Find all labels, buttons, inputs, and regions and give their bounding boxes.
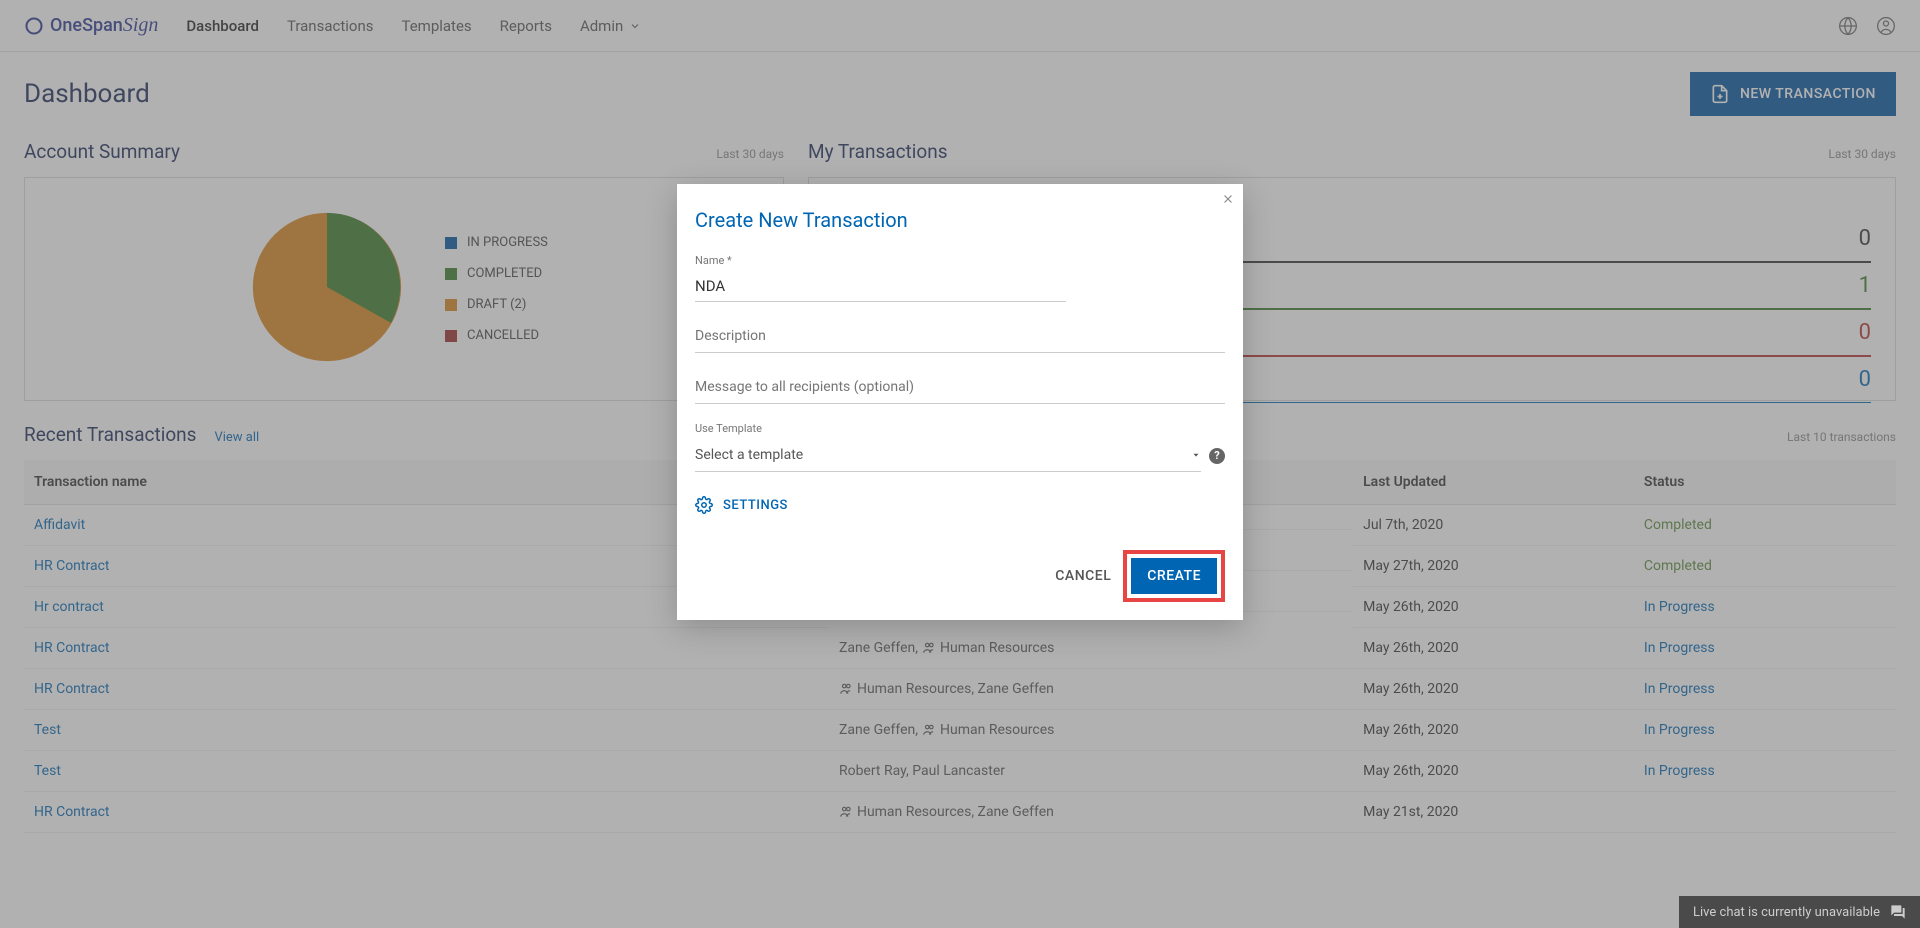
template-label: Use Template bbox=[695, 422, 1225, 435]
gear-icon bbox=[695, 496, 713, 514]
caret-down-icon bbox=[1191, 450, 1201, 460]
description-input[interactable] bbox=[695, 320, 1225, 353]
modal-close-button[interactable] bbox=[1221, 190, 1235, 211]
message-input[interactable] bbox=[695, 371, 1225, 404]
modal-overlay[interactable]: Create New Transaction Name * Use Templa… bbox=[0, 0, 1920, 928]
create-button[interactable]: CREATE bbox=[1131, 558, 1217, 594]
create-button-highlight: CREATE bbox=[1123, 550, 1225, 602]
close-icon bbox=[1221, 192, 1235, 206]
name-label: Name * bbox=[695, 254, 1066, 267]
help-icon[interactable]: ? bbox=[1209, 448, 1225, 464]
modal-title: Create New Transaction bbox=[695, 208, 1225, 232]
cancel-button[interactable]: CANCEL bbox=[1055, 568, 1111, 584]
live-chat-bar[interactable]: Live chat is currently unavailable bbox=[1679, 896, 1920, 928]
template-select[interactable]: Select a template bbox=[695, 439, 1201, 472]
name-input[interactable] bbox=[695, 271, 1066, 302]
create-transaction-modal: Create New Transaction Name * Use Templa… bbox=[677, 184, 1243, 620]
settings-button[interactable]: SETTINGS bbox=[695, 496, 1225, 514]
chat-icon bbox=[1890, 904, 1906, 920]
